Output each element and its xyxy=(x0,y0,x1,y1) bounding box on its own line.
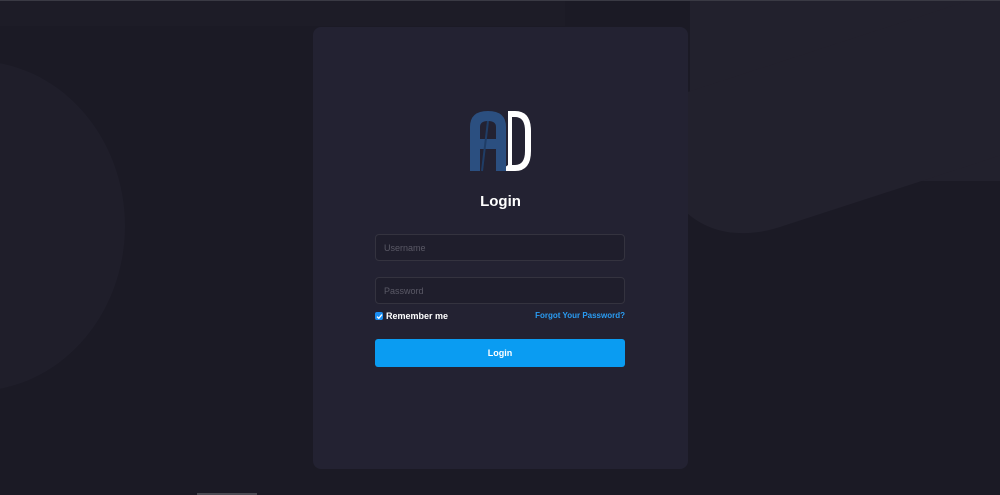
remember-me-checkbox[interactable] xyxy=(375,312,383,320)
login-page: Login Remember me Forgot Your Password? … xyxy=(0,0,1000,495)
background-shape xyxy=(0,1,565,26)
login-card: Login Remember me Forgot Your Password? … xyxy=(313,27,688,469)
ad-logo-icon xyxy=(468,109,534,173)
login-button[interactable]: Login xyxy=(375,339,625,367)
forgot-password-link[interactable]: Forgot Your Password? xyxy=(535,311,625,320)
background-circle xyxy=(0,61,125,391)
remember-me-label[interactable]: Remember me xyxy=(386,311,448,321)
password-input[interactable] xyxy=(375,277,625,304)
checkmark-icon xyxy=(376,313,382,319)
page-title: Login xyxy=(480,193,521,210)
username-input[interactable] xyxy=(375,234,625,261)
remember-me-row: Remember me xyxy=(375,311,448,321)
